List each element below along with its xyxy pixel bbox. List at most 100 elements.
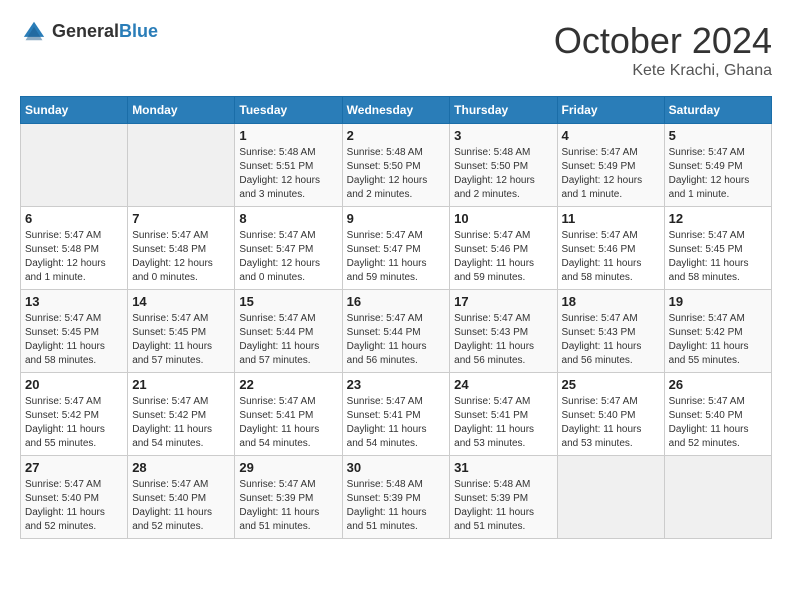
day-info: Sunrise: 5:47 AMSunset: 5:42 PMDaylight:… xyxy=(25,395,123,451)
day-info: Sunrise: 5:47 AMSunset: 5:40 PMDaylight:… xyxy=(25,478,123,534)
calendar-cell: 18 Sunrise: 5:47 AMSunset: 5:43 PMDayligh… xyxy=(557,290,664,373)
calendar-cell: 31Sunrise: 5:48 AMSunset: 5:39 PMDayligh… xyxy=(450,456,557,539)
day-info: Sunrise: 5:47 AMSunset: 5:46 PMDaylight:… xyxy=(454,229,552,285)
calendar-cell: 24 Sunrise: 5:47 AMSunset: 5:41 PMDayligh… xyxy=(450,373,557,456)
day-number: 5 xyxy=(669,128,767,143)
calendar-cell: 7 Sunrise: 5:47 AMSunset: 5:48 PMDaylight… xyxy=(128,207,235,290)
column-header-thursday: Thursday xyxy=(450,97,557,124)
calendar-cell: 28 Sunrise: 5:47 AMSunset: 5:40 PMDayligh… xyxy=(128,456,235,539)
day-number: 29 xyxy=(239,460,337,475)
column-header-saturday: Saturday xyxy=(664,97,771,124)
day-number: 2 xyxy=(347,128,446,143)
day-number: 18 xyxy=(562,294,660,309)
day-number: 21 xyxy=(132,377,230,392)
day-info: Sunrise: 5:48 AMSunset: 5:39 PMDaylight:… xyxy=(454,478,552,534)
column-header-sunday: Sunday xyxy=(21,97,128,124)
day-info: Sunrise: 5:47 AMSunset: 5:43 PMDaylight:… xyxy=(562,312,660,368)
day-number: 6 xyxy=(25,211,123,226)
day-info: Sunrise: 5:47 AMSunset: 5:39 PMDaylight:… xyxy=(239,478,337,534)
calendar-cell: 23Sunrise: 5:47 AMSunset: 5:41 PMDayligh… xyxy=(342,373,450,456)
logo-text: GeneralBlue xyxy=(52,21,158,42)
calendar-cell: 13 Sunrise: 5:47 AMSunset: 5:45 PMDayligh… xyxy=(21,290,128,373)
calendar-cell xyxy=(557,456,664,539)
day-info: Sunrise: 5:47 AMSunset: 5:45 PMDaylight:… xyxy=(132,312,230,368)
day-number: 12 xyxy=(669,211,767,226)
calendar-cell: 22 Sunrise: 5:47 AMSunset: 5:41 PMDayligh… xyxy=(235,373,342,456)
day-info: Sunrise: 5:48 AMSunset: 5:50 PMDaylight:… xyxy=(454,146,552,202)
day-info: Sunrise: 5:47 AMSunset: 5:43 PMDaylight:… xyxy=(454,312,552,368)
day-number: 28 xyxy=(132,460,230,475)
title-block: October 2024 Kete Krachi, Ghana xyxy=(554,20,772,80)
day-info: Sunrise: 5:47 AMSunset: 5:40 PMDaylight:… xyxy=(132,478,230,534)
calendar-week-row: 13 Sunrise: 5:47 AMSunset: 5:45 PMDayligh… xyxy=(21,290,772,373)
day-number: 9 xyxy=(347,211,446,226)
day-number: 23 xyxy=(347,377,446,392)
calendar-cell: 4Sunrise: 5:47 AMSunset: 5:49 PMDaylight… xyxy=(557,124,664,207)
page-header: GeneralBlue October 2024 Kete Krachi, Gh… xyxy=(20,20,772,80)
day-info: Sunrise: 5:47 AMSunset: 5:46 PMDaylight:… xyxy=(562,229,660,285)
day-info: Sunrise: 5:47 AMSunset: 5:40 PMDaylight:… xyxy=(562,395,660,451)
day-info: Sunrise: 5:47 AMSunset: 5:41 PMDaylight:… xyxy=(239,395,337,451)
calendar-cell: 9 Sunrise: 5:47 AMSunset: 5:47 PMDaylight… xyxy=(342,207,450,290)
calendar-cell: 27 Sunrise: 5:47 AMSunset: 5:40 PMDayligh… xyxy=(21,456,128,539)
day-number: 14 xyxy=(132,294,230,309)
calendar-cell: 2 Sunrise: 5:48 AMSunset: 5:50 PMDaylight… xyxy=(342,124,450,207)
day-info: Sunrise: 5:47 AMSunset: 5:40 PMDaylight:… xyxy=(669,395,767,451)
day-info: Sunrise: 5:47 AMSunset: 5:47 PMDaylight:… xyxy=(347,229,446,285)
calendar-cell: 12 Sunrise: 5:47 AMSunset: 5:45 PMDayligh… xyxy=(664,207,771,290)
calendar-cell: 30Sunrise: 5:48 AMSunset: 5:39 PMDayligh… xyxy=(342,456,450,539)
day-number: 27 xyxy=(25,460,123,475)
day-number: 20 xyxy=(25,377,123,392)
calendar-cell: 17 Sunrise: 5:47 AMSunset: 5:43 PMDayligh… xyxy=(450,290,557,373)
calendar-cell xyxy=(128,124,235,207)
day-number: 17 xyxy=(454,294,552,309)
calendar-cell xyxy=(21,124,128,207)
day-number: 3 xyxy=(454,128,552,143)
calendar-cell: 16 Sunrise: 5:47 AMSunset: 5:44 PMDayligh… xyxy=(342,290,450,373)
day-info: Sunrise: 5:47 AMSunset: 5:42 PMDaylight:… xyxy=(669,312,767,368)
day-info: Sunrise: 5:48 AMSunset: 5:50 PMDaylight:… xyxy=(347,146,446,202)
calendar-cell: 29 Sunrise: 5:47 AMSunset: 5:39 PMDayligh… xyxy=(235,456,342,539)
calendar-cell: 3 Sunrise: 5:48 AMSunset: 5:50 PMDaylight… xyxy=(450,124,557,207)
day-info: Sunrise: 5:47 AMSunset: 5:47 PMDaylight:… xyxy=(239,229,337,285)
calendar-week-row: 20 Sunrise: 5:47 AMSunset: 5:42 PMDayligh… xyxy=(21,373,772,456)
day-info: Sunrise: 5:47 AMSunset: 5:45 PMDaylight:… xyxy=(25,312,123,368)
day-number: 10 xyxy=(454,211,552,226)
day-number: 11 xyxy=(562,211,660,226)
column-header-friday: Friday xyxy=(557,97,664,124)
calendar-cell xyxy=(664,456,771,539)
location-title: Kete Krachi, Ghana xyxy=(554,62,772,80)
calendar-cell: 1Sunrise: 5:48 AMSunset: 5:51 PMDaylight… xyxy=(235,124,342,207)
day-number: 13 xyxy=(25,294,123,309)
day-number: 19 xyxy=(669,294,767,309)
day-info: Sunrise: 5:47 AMSunset: 5:49 PMDaylight:… xyxy=(669,146,767,202)
day-number: 22 xyxy=(239,377,337,392)
day-info: Sunrise: 5:47 AMSunset: 5:48 PMDaylight:… xyxy=(132,229,230,285)
column-header-monday: Monday xyxy=(128,97,235,124)
day-info: Sunrise: 5:47 AMSunset: 5:42 PMDaylight:… xyxy=(132,395,230,451)
calendar-cell: 14 Sunrise: 5:47 AMSunset: 5:45 PMDayligh… xyxy=(128,290,235,373)
calendar-cell: 8 Sunrise: 5:47 AMSunset: 5:47 PMDaylight… xyxy=(235,207,342,290)
day-info: Sunrise: 5:47 AMSunset: 5:49 PMDaylight:… xyxy=(562,146,660,202)
calendar-cell: 26Sunrise: 5:47 AMSunset: 5:40 PMDayligh… xyxy=(664,373,771,456)
day-number: 16 xyxy=(347,294,446,309)
calendar-cell: 6 Sunrise: 5:47 AMSunset: 5:48 PMDaylight… xyxy=(21,207,128,290)
day-number: 8 xyxy=(239,211,337,226)
day-number: 7 xyxy=(132,211,230,226)
calendar-cell: 21 Sunrise: 5:47 AMSunset: 5:42 PMDayligh… xyxy=(128,373,235,456)
column-header-tuesday: Tuesday xyxy=(235,97,342,124)
calendar-cell: 20 Sunrise: 5:47 AMSunset: 5:42 PMDayligh… xyxy=(21,373,128,456)
calendar-header-row: SundayMondayTuesdayWednesdayThursdayFrid… xyxy=(21,97,772,124)
calendar-cell: 15 Sunrise: 5:47 AMSunset: 5:44 PMDayligh… xyxy=(235,290,342,373)
day-number: 25 xyxy=(562,377,660,392)
day-info: Sunrise: 5:47 AMSunset: 5:41 PMDaylight:… xyxy=(454,395,552,451)
day-info: Sunrise: 5:47 AMSunset: 5:44 PMDaylight:… xyxy=(347,312,446,368)
day-number: 15 xyxy=(239,294,337,309)
day-number: 24 xyxy=(454,377,552,392)
day-number: 1 xyxy=(239,128,337,143)
calendar-table: SundayMondayTuesdayWednesdayThursdayFrid… xyxy=(20,96,772,539)
calendar-cell: 10 Sunrise: 5:47 AMSunset: 5:46 PMDayligh… xyxy=(450,207,557,290)
day-info: Sunrise: 5:47 AMSunset: 5:48 PMDaylight:… xyxy=(25,229,123,285)
day-info: Sunrise: 5:47 AMSunset: 5:45 PMDaylight:… xyxy=(669,229,767,285)
day-info: Sunrise: 5:47 AMSunset: 5:44 PMDaylight:… xyxy=(239,312,337,368)
